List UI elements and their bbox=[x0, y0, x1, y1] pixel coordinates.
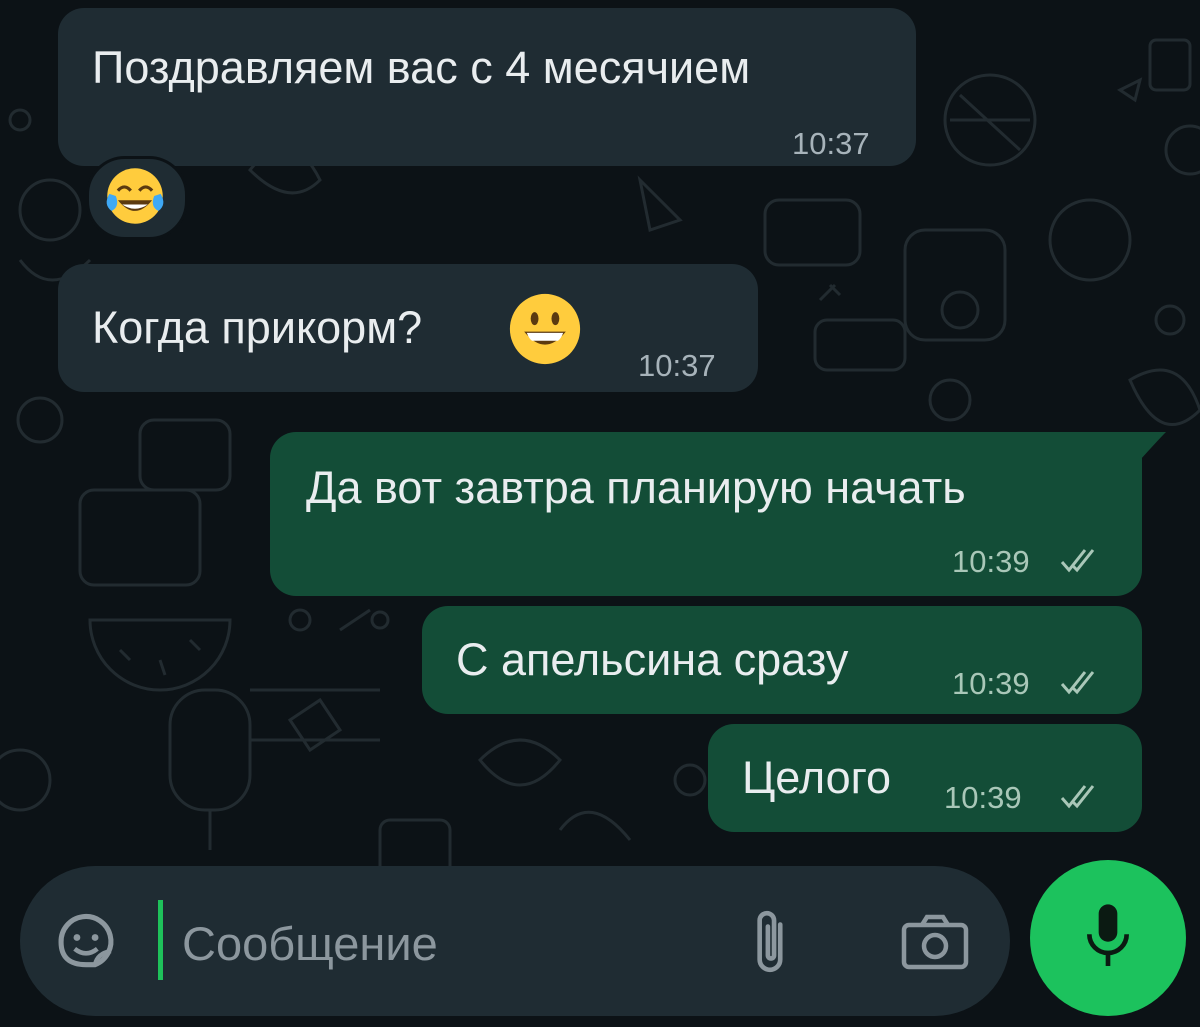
message-bubble-outgoing[interactable]: Целого 10:39 bbox=[708, 724, 1142, 832]
message-time: 10:37 bbox=[638, 348, 716, 383]
read-receipt-icon bbox=[1060, 785, 1095, 809]
read-receipt-icon bbox=[1060, 549, 1095, 573]
message-reaction[interactable] bbox=[86, 156, 188, 240]
message-text: Да вот завтра планирую начать bbox=[306, 462, 966, 513]
message-input[interactable] bbox=[180, 906, 744, 980]
bubble-tail bbox=[1140, 432, 1166, 460]
tears-of-joy-emoji bbox=[106, 168, 164, 224]
message-bubble-outgoing[interactable]: Да вот завтра планирую начать 10:39 bbox=[270, 432, 1142, 596]
message-time: 10:39 bbox=[952, 544, 1030, 579]
message-text: Когда прикорм? bbox=[92, 302, 423, 353]
message-bubble-outgoing[interactable]: С апельсина сразу 10:39 bbox=[422, 606, 1142, 714]
message-time: 10:39 bbox=[952, 666, 1030, 701]
attach-icon[interactable] bbox=[750, 906, 794, 978]
text-caret bbox=[158, 900, 163, 980]
sticker-icon[interactable] bbox=[52, 908, 120, 976]
message-time: 10:37 bbox=[792, 126, 870, 161]
microphone-icon bbox=[1087, 904, 1129, 966]
camera-icon[interactable] bbox=[900, 910, 970, 972]
message-composer bbox=[20, 866, 1010, 1016]
grinning-face-emoji bbox=[509, 293, 581, 365]
message-text: С апельсина сразу bbox=[456, 634, 849, 685]
message-bubble-incoming[interactable]: Когда прикорм? 10:37 bbox=[58, 264, 758, 392]
message-bubble-incoming[interactable]: Поздравляем вас с 4 месячием 10:37 bbox=[58, 8, 916, 166]
message-text: Поздравляем вас с 4 месячием bbox=[92, 42, 751, 93]
message-time: 10:39 bbox=[944, 780, 1022, 815]
message-text: Целого bbox=[742, 752, 892, 803]
chat-window: Поздравляем вас с 4 месячием 10:37 Когда… bbox=[0, 0, 1200, 1027]
microphone-button[interactable] bbox=[1030, 860, 1186, 1016]
read-receipt-icon bbox=[1060, 671, 1095, 695]
